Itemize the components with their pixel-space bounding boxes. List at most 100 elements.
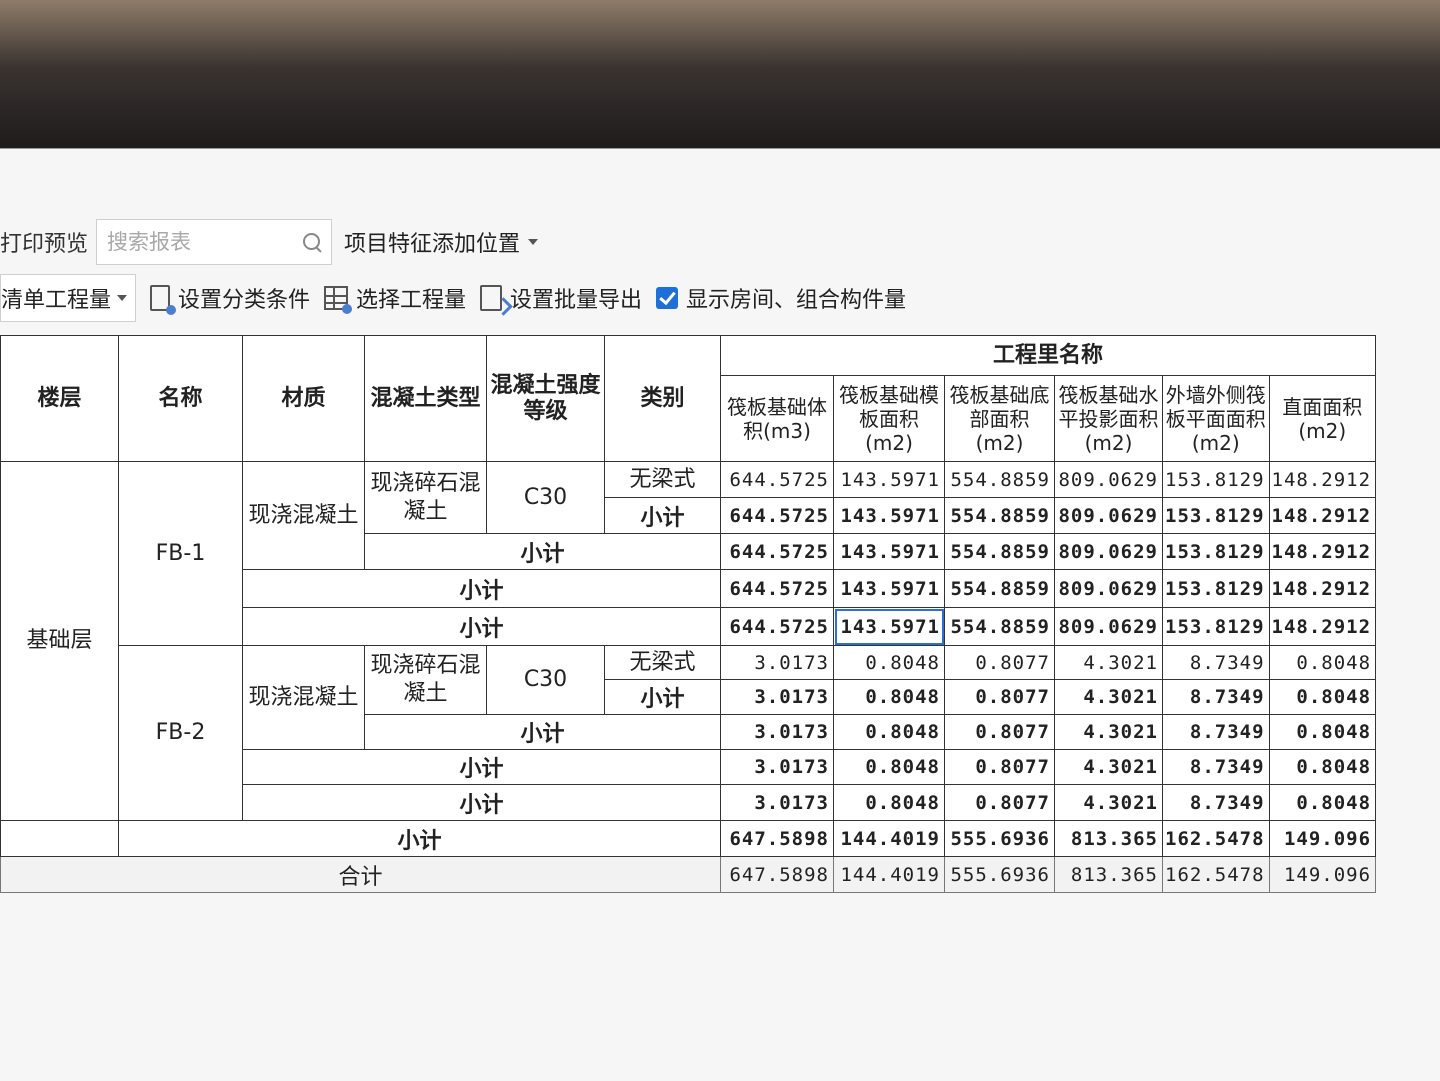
value-cell[interactable]: 148.2912 [1268,497,1377,534]
header-concrete-grade[interactable]: 混凝土强度等级 [486,335,605,462]
qty-type-select[interactable]: 清单工程量 [0,274,136,322]
value-cell[interactable]: 0.8048 [833,749,945,785]
value-cell[interactable]: 144.4019 [833,856,945,893]
value-cell[interactable]: 8.7349 [1162,645,1270,680]
value-cell[interactable]: 149.096 [1268,856,1377,893]
value-cell[interactable]: 8.7349 [1162,679,1270,715]
grade-cell[interactable]: C30 [486,645,605,715]
search-report-input[interactable] [105,229,289,255]
value-cell[interactable]: 3.0173 [720,749,834,785]
value-cell[interactable]: 0.8048 [1268,679,1377,715]
value-cell[interactable]: 153.8129 [1162,533,1270,570]
material-cell[interactable]: 现浇混凝土 [242,461,365,570]
header-qty-col[interactable]: 筏板基础体积(m3) [720,375,834,462]
value-cell[interactable]: 0.8048 [1268,784,1377,821]
value-cell[interactable]: 0.8048 [1268,645,1377,680]
value-cell[interactable]: 0.8048 [1268,749,1377,785]
value-cell[interactable]: 554.8859 [944,533,1055,570]
value-cell[interactable]: 153.8129 [1162,461,1270,498]
header-qty-col[interactable]: 筏板基础底部面积(m2) [944,375,1055,462]
set-category-button[interactable]: 设置分类条件 [150,282,310,315]
name-cell[interactable]: FB-1 [118,461,243,646]
header-qty-col[interactable]: 外墙外侧筏板平面面积(m2) [1162,375,1270,462]
value-cell[interactable]: 4.3021 [1054,749,1163,785]
floor-cell[interactable]: 基础层 [0,461,119,821]
value-cell[interactable]: 555.6936 [944,856,1055,893]
value-cell[interactable]: 644.5725 [720,607,834,646]
value-cell[interactable]: 153.8129 [1162,569,1270,608]
value-cell[interactable]: 3.0173 [720,784,834,821]
name-cell[interactable]: FB-2 [118,645,243,821]
value-cell[interactable]: 809.0629 [1054,533,1163,570]
value-cell[interactable]: 143.5971 [833,497,945,534]
value-cell[interactable]: 143.5971 [833,533,945,570]
value-cell[interactable]: 554.8859 [944,607,1055,646]
value-cell[interactable]: 144.4019 [833,820,945,857]
print-preview-button[interactable]: 打印预览 [0,226,88,258]
search-icon[interactable] [301,231,323,253]
search-report-box[interactable] [96,219,332,265]
grade-cell[interactable]: C30 [486,461,605,534]
header-material[interactable]: 材质 [242,335,365,462]
value-cell[interactable]: 3.0173 [720,645,834,680]
concrete-type-cell[interactable]: 现浇碎石混凝土 [364,645,487,715]
value-cell[interactable]: 809.0629 [1054,461,1163,498]
value-cell[interactable]: 143.5971 [833,461,945,498]
category-cell[interactable]: 无梁式 [604,461,721,498]
header-category[interactable]: 类别 [604,335,721,462]
show-rooms-toggle[interactable]: 显示房间、组合构件量 [656,282,906,314]
value-cell[interactable]: 162.5478 [1162,820,1270,857]
category-cell[interactable]: 无梁式 [604,645,721,680]
value-cell[interactable]: 0.8048 [1268,714,1377,750]
value-cell[interactable]: 148.2912 [1268,569,1377,608]
value-cell[interactable]: 555.6936 [944,820,1055,857]
value-cell[interactable]: 647.5898 [720,820,834,857]
header-name[interactable]: 名称 [118,335,243,462]
value-cell[interactable]: 8.7349 [1162,784,1270,821]
material-cell[interactable]: 现浇混凝土 [242,645,365,750]
value-cell[interactable]: 644.5725 [720,533,834,570]
value-cell[interactable]: 554.8859 [944,461,1055,498]
header-qty-col[interactable]: 筏板基础模板面积(m2) [833,375,945,462]
value-cell[interactable]: 149.096 [1268,820,1377,857]
value-cell[interactable]: 143.5971 [833,569,945,608]
header-floor[interactable]: 楼层 [0,335,119,462]
value-cell[interactable]: 647.5898 [720,856,834,893]
value-cell[interactable]: 3.0173 [720,714,834,750]
header-qty-col[interactable]: 直面面积(m2) [1268,375,1377,462]
value-cell[interactable]: 644.5725 [720,569,834,608]
value-cell[interactable]: 3.0173 [720,679,834,715]
select-qty-button[interactable]: 选择工程量 [324,282,466,314]
batch-export-button[interactable]: 设置批量导出 [480,282,642,314]
value-cell[interactable]: 162.5478 [1162,856,1270,893]
feature-position-dropdown[interactable]: 项目特征添加位置 [344,226,539,258]
value-cell[interactable]: 4.3021 [1054,784,1163,821]
header-concrete-type[interactable]: 混凝土类型 [364,335,487,462]
value-cell[interactable]: 809.0629 [1054,497,1163,534]
value-cell[interactable]: 0.8048 [833,784,945,821]
value-cell[interactable]: 809.0629 [1054,607,1163,646]
show-rooms-checkbox[interactable] [656,287,679,309]
value-cell[interactable]: 0.8048 [833,679,945,715]
value-cell[interactable]: 554.8859 [944,569,1055,608]
value-cell[interactable]: 148.2912 [1268,607,1377,646]
value-cell[interactable]: 0.8077 [944,749,1055,785]
value-cell[interactable]: 0.8077 [944,784,1055,821]
value-cell[interactable]: 813.365 [1054,820,1163,857]
value-cell[interactable]: 0.8077 [944,679,1055,715]
value-cell[interactable]: 148.2912 [1268,461,1377,498]
value-cell[interactable]: 8.7349 [1162,714,1270,750]
value-cell[interactable]: 554.8859 [944,497,1055,534]
value-cell[interactable]: 8.7349 [1162,749,1270,785]
value-cell[interactable]: 0.8048 [833,714,945,750]
value-cell[interactable]: 0.8077 [944,714,1055,750]
concrete-type-cell[interactable]: 现浇碎石混凝土 [364,461,487,534]
value-cell[interactable]: 4.3021 [1054,645,1163,680]
value-cell[interactable]: 153.8129 [1162,607,1270,646]
value-cell[interactable]: 813.365 [1054,856,1163,893]
selected-value-cell[interactable]: 143.5971 [833,607,945,646]
value-cell[interactable]: 4.3021 [1054,714,1163,750]
value-cell[interactable]: 0.8048 [833,645,945,680]
value-cell[interactable]: 4.3021 [1054,679,1163,715]
value-cell[interactable]: 0.8077 [944,645,1055,680]
